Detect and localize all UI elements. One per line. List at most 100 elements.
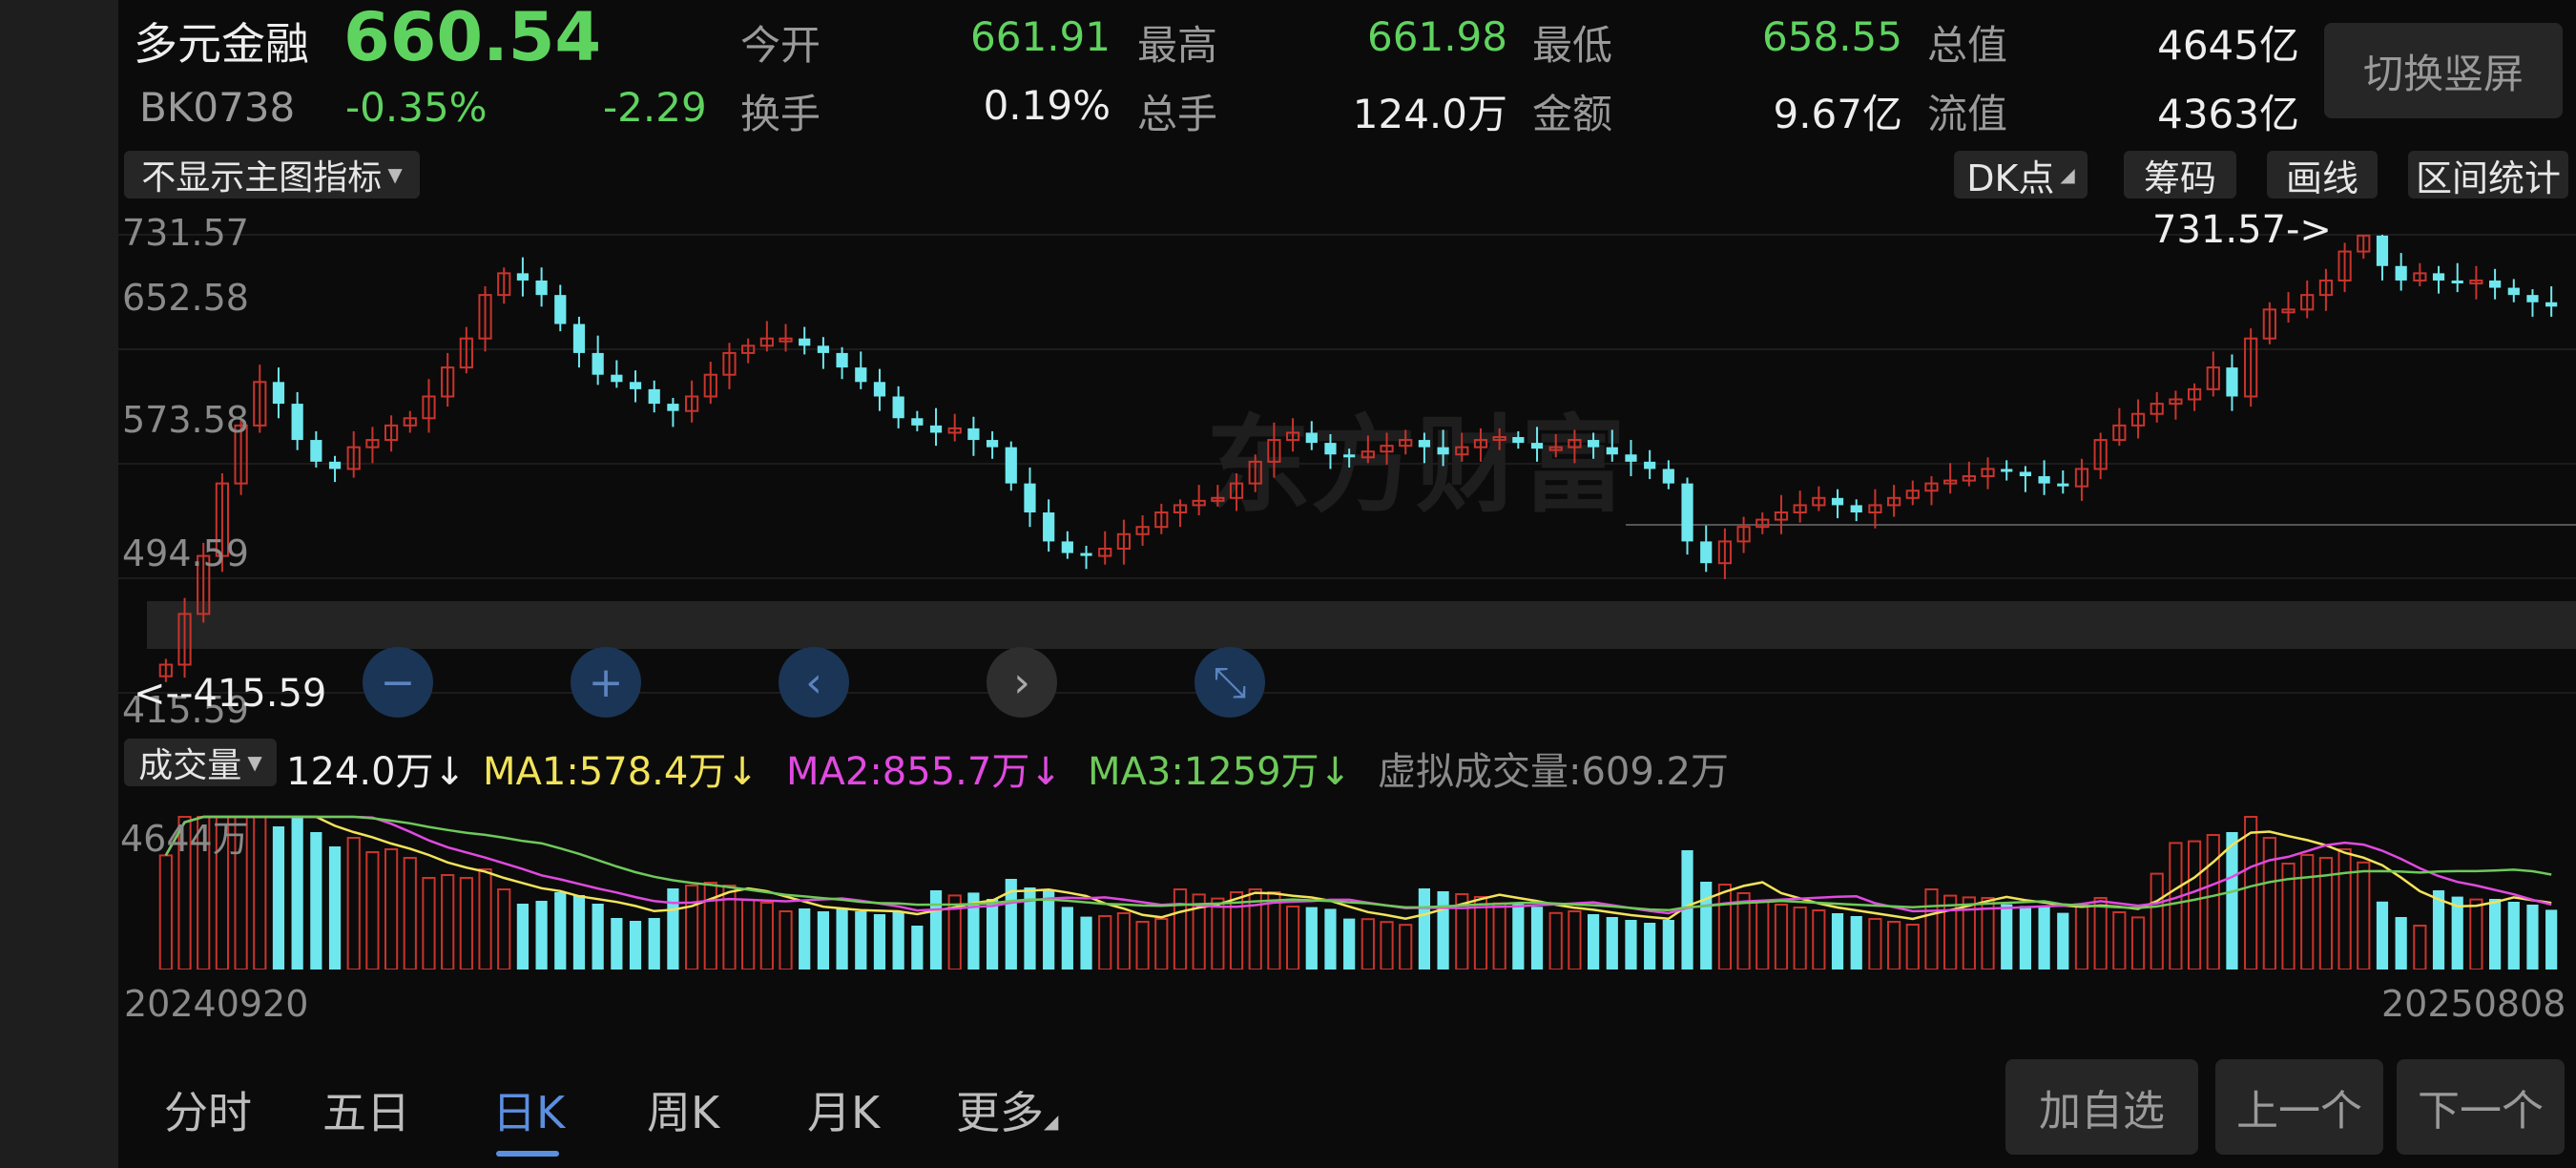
volume-bar [478,868,492,970]
volume-bar [2038,907,2050,970]
volume-bar [1924,888,1939,970]
volume-bar [667,888,679,970]
change-value: -2.29 [603,84,707,131]
volume-bar [611,918,623,970]
add-watchlist-button[interactable]: 加自选 [2005,1059,2198,1155]
candle [2451,280,2463,283]
zoom-in-button[interactable]: + [571,647,641,718]
stat-label-amount: 金额 [1532,91,1613,137]
zoom-out-button[interactable]: − [363,647,433,718]
volume-bar [2451,896,2463,970]
dk-point-label: DK点 [1966,156,2055,199]
candle [967,428,980,441]
watermark-text: 东方财富 [1206,405,1626,527]
volume-bar [253,816,267,970]
tab-weekly-k[interactable]: 周K [647,1078,719,1141]
volume-bar [1774,904,1789,970]
volume-indicator-select[interactable]: 成交量 ▼ [124,739,277,786]
volume-bar [929,890,943,970]
volume-bar [441,874,455,970]
volume-bar [892,911,904,970]
candle [2226,367,2238,397]
candle [554,295,567,324]
volume-value: 124.0万↓ [286,750,467,794]
tab-monthly-k[interactable]: 月K [807,1078,880,1141]
dk-point-button[interactable]: DK点 ◢ [1954,151,2088,199]
volume-bar [1717,884,1733,970]
volume-bar [1548,911,1563,970]
left-edge-panel [0,0,118,1168]
volume-bar [1324,908,1337,970]
tab-five-day[interactable]: 五日 [322,1078,410,1141]
main-indicator-select[interactable]: 不显示主图指标 ▼ [124,151,420,198]
candle [1700,541,1713,564]
stat-value-amount: 9.67亿 [1773,91,1902,137]
tab-daily-k[interactable]: 日K [492,1078,565,1141]
volume-bar [1285,906,1300,970]
volume-bar [1905,924,1920,970]
candle [2488,280,2502,288]
range-stats-button[interactable]: 区间统计 [2408,151,2568,199]
reset-zoom-button[interactable]: ⤡ [1195,647,1265,718]
candle [1625,454,1637,462]
dropdown-arrow-icon: ▼ [247,751,262,774]
stat-label-total-value: 总值 [1927,22,2008,69]
volume-bar [516,904,530,970]
candle [855,367,867,383]
volume-bar [817,911,830,970]
candle [1530,443,1544,449]
volume-bar [2074,903,2089,970]
ma-lines [164,815,2552,921]
current-price: 660.54 [343,0,602,76]
volume-bar [1587,914,1600,970]
volume-indicator-label: 成交量 [138,746,242,785]
volume-bar [873,914,886,970]
volume-bar [1700,882,1713,970]
tab-intraday[interactable]: 分时 [164,1078,252,1141]
scroll-left-button[interactable]: ‹ [779,647,849,718]
draw-line-button[interactable]: 画线 [2267,151,2378,199]
candle [535,280,548,296]
volume-bar [779,910,793,970]
candle [592,352,604,375]
previous-button[interactable]: 上一个 [2215,1059,2383,1155]
candle [892,396,904,419]
date-start: 20240920 [124,983,309,1025]
volume-bar [911,926,924,970]
candle [1305,432,1318,444]
volume-bar [2093,897,2108,970]
scroll-right-button[interactable]: › [987,647,1057,718]
price-axis-label: 731.57 [122,212,249,254]
ma1-value: MA1:578.4万↓ [483,750,758,794]
candle [2376,235,2389,266]
candle [1043,512,1055,542]
chips-button[interactable]: 筹码 [2124,151,2236,199]
volume-bar [2337,848,2352,970]
stat-label-turnover: 换手 [740,91,821,137]
next-button[interactable]: 下一个 [2397,1059,2565,1155]
candle [1831,497,1844,506]
volume-bar [2001,904,2013,970]
candle [1662,469,1674,484]
candle [911,418,924,426]
volume-bar [346,837,361,970]
volume-bar [1793,907,1807,970]
stat-value-total-volume: 124.0万 [1352,91,1507,137]
tab-more[interactable]: 更多◢ [956,1078,1058,1141]
ma3-line [164,815,2552,912]
switch-portrait-button[interactable]: 切换竖屏 [2324,23,2563,118]
volume-bar [1850,916,1862,970]
chart-scroll-band[interactable] [147,601,2576,649]
max-price-marker: 731.57-> [2152,208,2332,252]
volume-bar [2169,842,2183,970]
candle [648,388,660,405]
candle [799,338,811,346]
stat-label-float-value: 流值 [1927,91,2008,137]
candle [1005,447,1017,484]
volume-bar [2395,917,2407,970]
kline-chart[interactable]: 东方财富 [118,206,2576,970]
volume-bar [328,846,342,970]
volume-bar [1154,918,1169,970]
stat-value-total-value: 4645亿 [2157,22,2299,69]
candle [1418,440,1431,448]
